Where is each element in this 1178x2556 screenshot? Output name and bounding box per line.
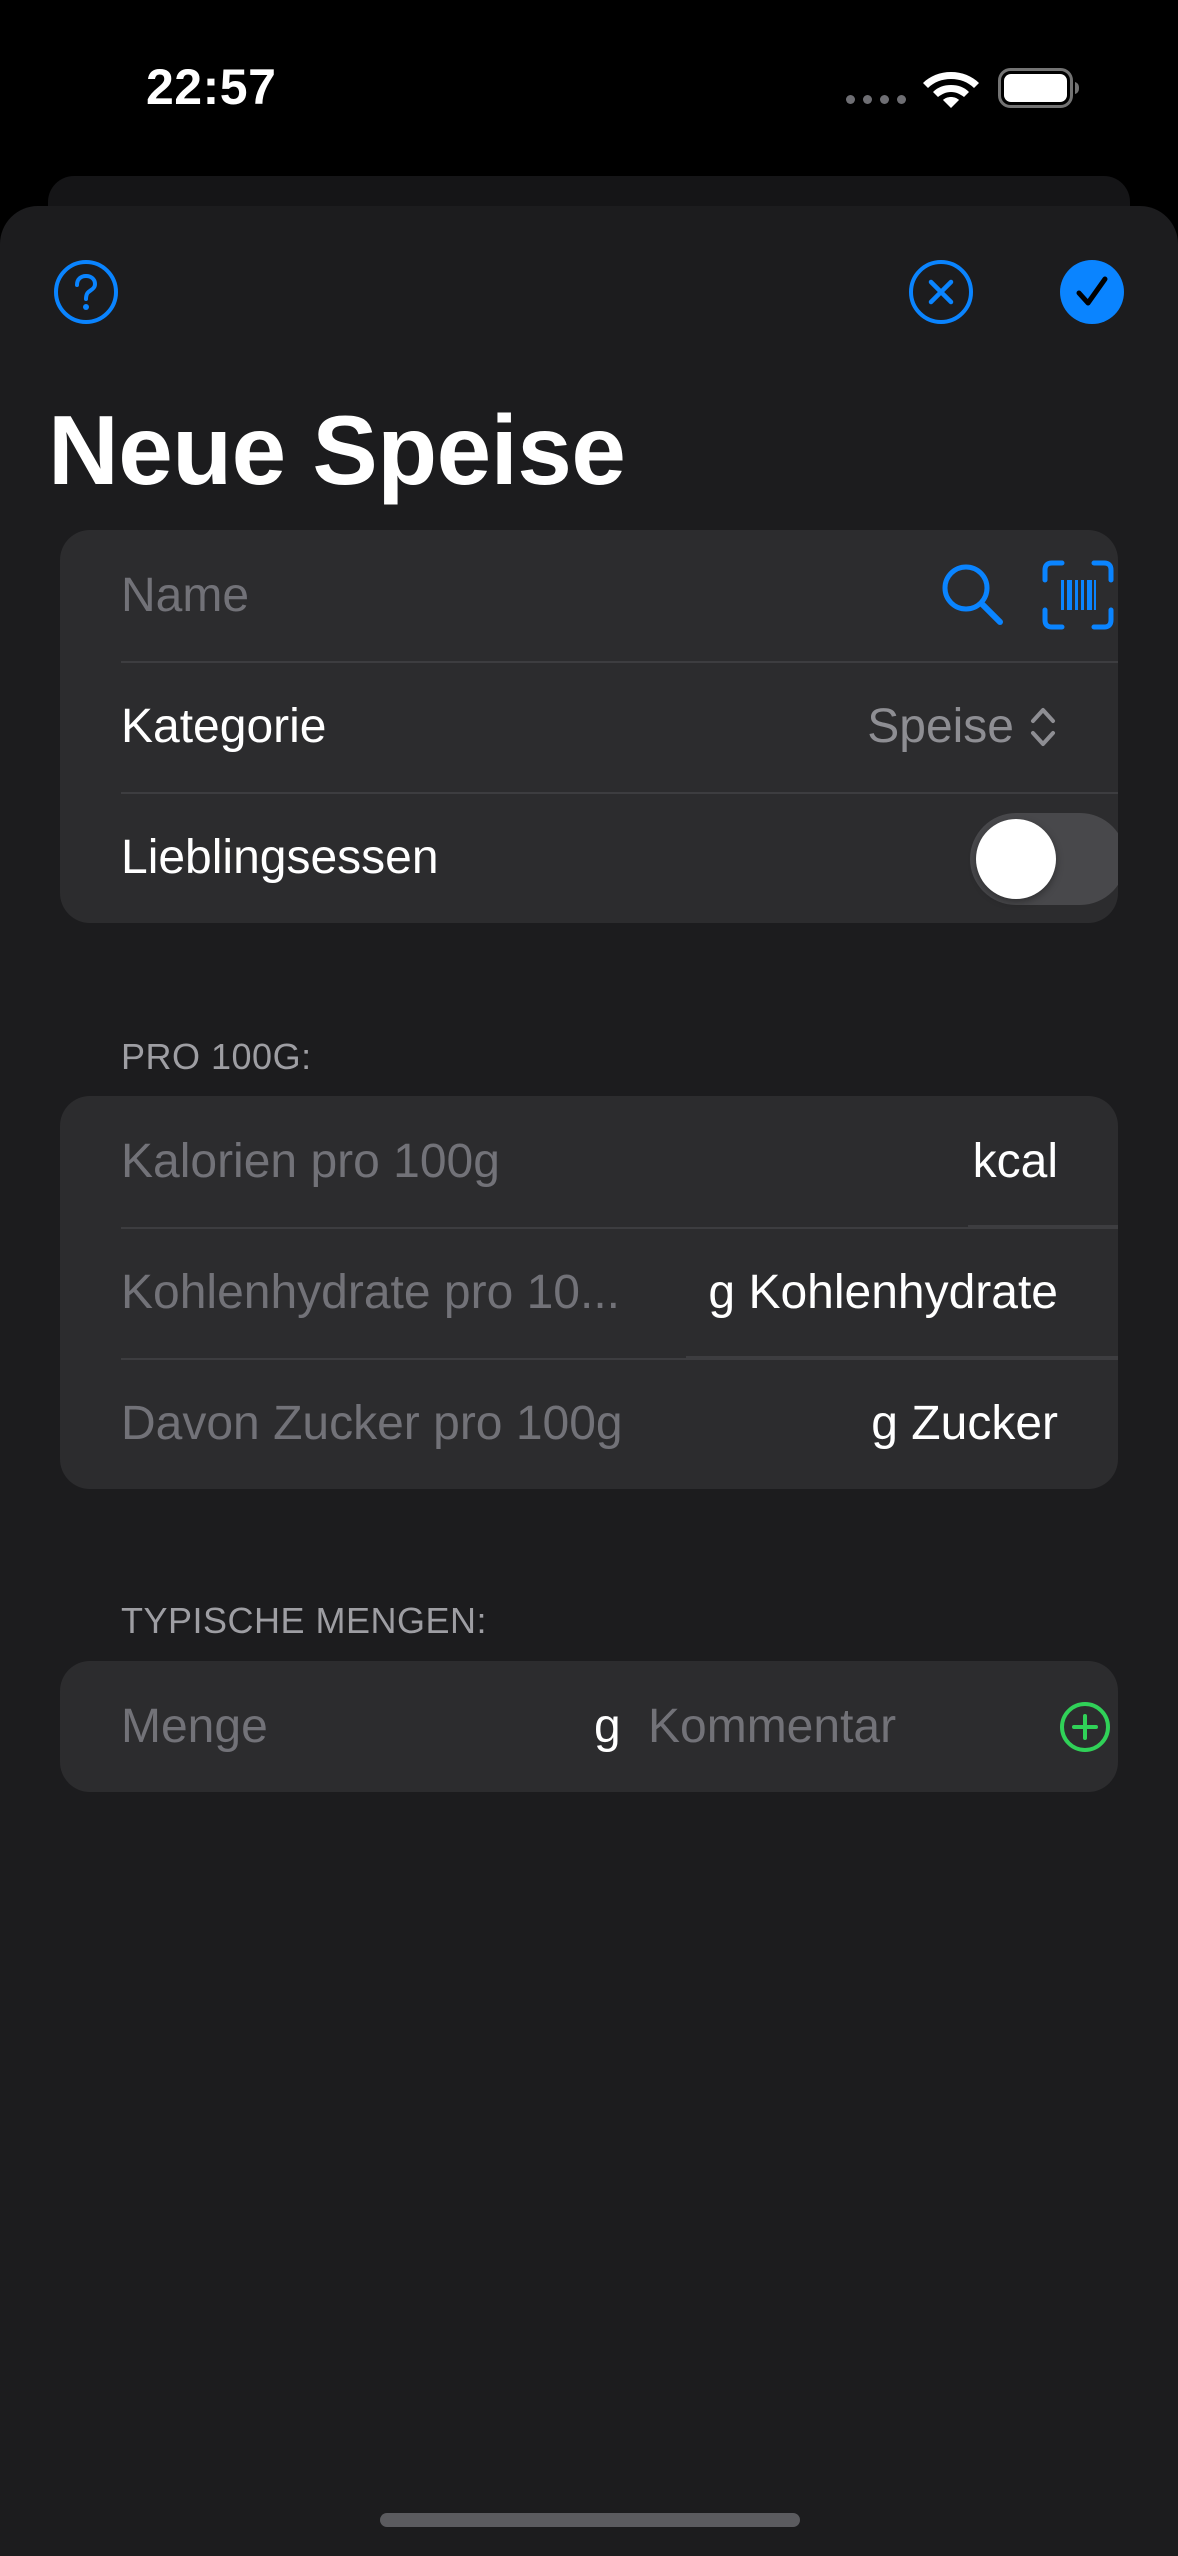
name-input[interactable]: Name	[121, 530, 249, 661]
question-circle-icon	[54, 260, 118, 324]
category-value: Speise	[867, 700, 1014, 753]
amount-row: Menge g Kommentar	[60, 1661, 1118, 1792]
amount-input[interactable]: Menge	[121, 1661, 268, 1792]
carbs-unit: g Kohlenhydrate	[708, 1266, 1058, 1319]
category-picker[interactable]: Speise	[867, 661, 1058, 792]
favorite-label: Lieblingsessen	[121, 831, 439, 884]
favorite-toggle[interactable]	[970, 813, 1118, 905]
carbs-input[interactable]: Kohlenhydrate pro 10...	[121, 1227, 620, 1358]
calories-input[interactable]: Kalorien pro 100g	[121, 1096, 500, 1227]
name-row: Name	[60, 530, 1118, 661]
comment-input[interactable]: Kommentar	[648, 1661, 896, 1792]
chevron-up-down-icon	[1031, 707, 1055, 746]
basics-group: Name Kategorie Speise Lieblingsessen	[60, 530, 1118, 923]
page-title: Neue Speise	[48, 395, 626, 505]
sugar-unit: g Zucker	[871, 1397, 1058, 1450]
home-indicator	[380, 2513, 800, 2527]
amounts-header: TYPISCHE MENGEN:	[121, 1600, 488, 1641]
help-button[interactable]	[52, 258, 120, 326]
calories-unit: kcal	[972, 1135, 1058, 1188]
carbs-row: Kohlenhydrate pro 10... g Kohlenhydrate	[60, 1227, 1118, 1358]
plus-circle-icon[interactable]	[1059, 1701, 1111, 1753]
cellular-signal-icon	[846, 95, 906, 104]
cancel-button[interactable]	[907, 258, 975, 326]
battery-icon	[998, 68, 1079, 108]
sugar-input[interactable]: Davon Zucker pro 100g	[121, 1358, 623, 1489]
status-bar: 22:57	[0, 0, 1178, 170]
sugar-row: Davon Zucker pro 100g g Zucker	[60, 1358, 1118, 1489]
category-row[interactable]: Kategorie Speise	[60, 661, 1118, 792]
category-label: Kategorie	[121, 700, 327, 753]
save-button[interactable]	[1058, 258, 1126, 326]
barcode-scan-icon[interactable]	[1042, 560, 1114, 630]
favorite-row: Lieblingsessen	[60, 792, 1118, 923]
calories-row: Kalorien pro 100g kcal	[60, 1096, 1118, 1227]
per100-header: PRO 100G:	[121, 1036, 312, 1077]
toggle-knob	[976, 819, 1056, 899]
status-time: 22:57	[146, 59, 277, 115]
per100-group: Kalorien pro 100g kcal Kohlenhydrate pro…	[60, 1096, 1118, 1489]
search-icon[interactable]	[938, 560, 1008, 630]
amount-unit: g	[594, 1700, 621, 1753]
wifi-icon	[923, 72, 979, 108]
checkmark-circle-fill-icon	[1060, 260, 1124, 324]
xmark-circle-icon	[909, 260, 973, 324]
amounts-group: Menge g Kommentar	[60, 1661, 1118, 1792]
